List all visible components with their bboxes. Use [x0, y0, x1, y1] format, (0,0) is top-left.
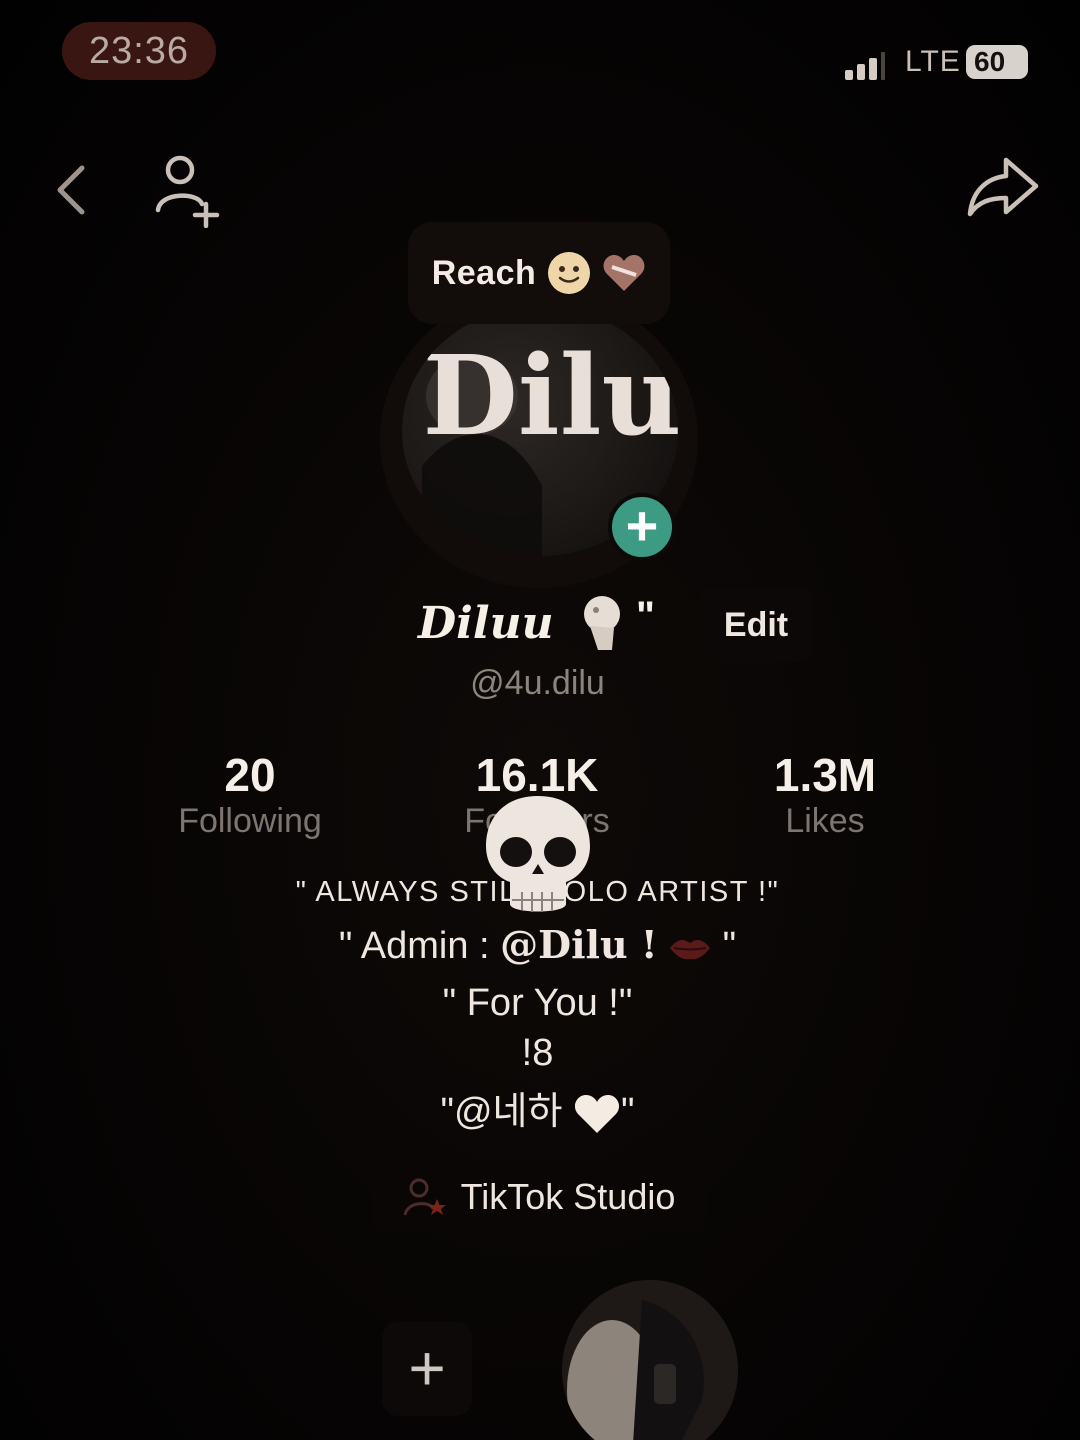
- chess-pawn-icon: [584, 596, 620, 650]
- stat-following[interactable]: 20 Following: [150, 748, 350, 841]
- likes-count: 1.3M: [773, 749, 877, 801]
- add-user-button[interactable]: [148, 148, 228, 228]
- bio-line-4: !8: [521, 1032, 554, 1074]
- profile-screen: 23:36 LTE 60 Dilu + Reach Diluu " Edit @…: [0, 0, 1080, 1440]
- bio-mention[interactable]: "@네하: [440, 1091, 573, 1133]
- following-count: 20: [224, 749, 276, 801]
- bio-line-2: " Admin : @Dilu ! ": [0, 922, 1075, 968]
- share-arrow-icon: [967, 157, 1039, 217]
- video-thumbnail[interactable]: [562, 1280, 738, 1440]
- add-story-button[interactable]: +: [608, 493, 676, 561]
- thumbnail-image: [562, 1280, 738, 1440]
- note-bubble[interactable]: Reach: [408, 222, 670, 324]
- following-label: Following: [178, 802, 322, 840]
- note-text: Reach: [431, 253, 537, 292]
- bio-admin-suffix: ": [712, 925, 737, 967]
- smile-emoji-icon: [548, 252, 591, 294]
- studio-person-star-icon: [403, 1178, 446, 1216]
- name-suffix: ": [636, 594, 655, 638]
- bio-line-5: "@네하 ": [0, 1080, 1075, 1135]
- create-post-button[interactable]: +: [382, 1322, 472, 1416]
- white-heart-icon: [574, 1094, 620, 1133]
- bio-admin-prefix: " Admin :: [338, 925, 501, 967]
- skull-emoji-icon: [486, 796, 590, 912]
- chevron-left-icon: [57, 165, 85, 215]
- share-button[interactable]: [960, 150, 1044, 226]
- network-type: LTE: [905, 45, 961, 78]
- stat-likes[interactable]: 1.3M Likes: [725, 748, 925, 841]
- tiktok-studio-button[interactable]: TikTok Studio: [372, 1160, 706, 1234]
- status-time: 23:36: [62, 22, 216, 80]
- bio-admin-handle[interactable]: @Dilu !: [500, 922, 657, 967]
- back-button[interactable]: [40, 150, 110, 230]
- add-user-icon: [155, 155, 220, 228]
- plus-icon: +: [625, 494, 659, 557]
- display-name: Diluu: [418, 598, 554, 649]
- bio-line-3: " For You !": [442, 982, 633, 1024]
- username: @4u.dilu: [470, 664, 605, 702]
- lips-emoji-icon: [670, 939, 711, 960]
- likes-label: Likes: [785, 802, 865, 840]
- bio-line-5-suffix: ": [621, 1091, 635, 1133]
- battery-indicator: 60: [966, 45, 1028, 79]
- avatar-art-text: Dilu: [423, 331, 678, 460]
- tiktok-studio-label: TikTok Studio: [460, 1176, 676, 1217]
- heart-emoji-icon: [603, 255, 645, 291]
- signal-icon: [845, 52, 885, 80]
- edit-profile-button[interactable]: Edit: [700, 588, 812, 662]
